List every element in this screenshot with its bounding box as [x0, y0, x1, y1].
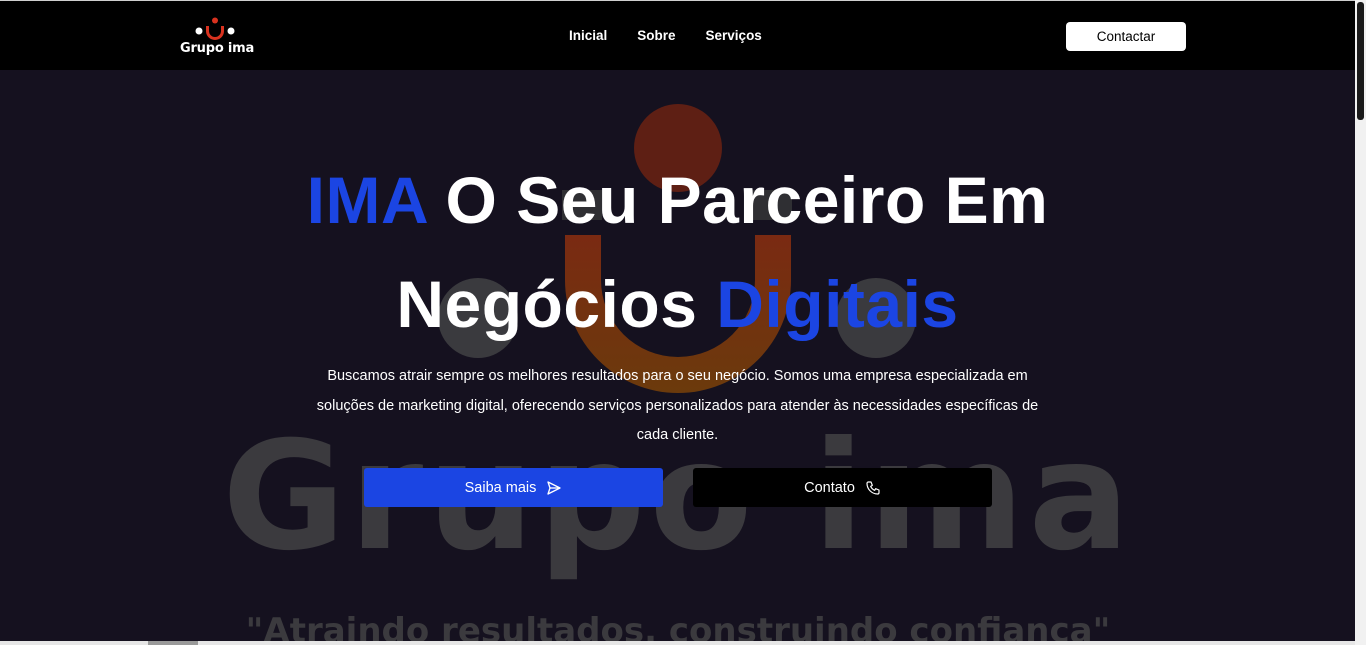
page: Grupo ima "Atraindo resultados, construi… [0, 0, 1366, 645]
phone-icon [866, 480, 880, 495]
hero-title-line1: O Seu Parceiro Em [426, 163, 1049, 237]
main-nav: Inicial Sobre Serviços [569, 28, 792, 43]
nav-link-inicial[interactable]: Inicial [569, 28, 607, 43]
logo-text: Grupo ima [180, 41, 255, 56]
hero-title-accent-ima: IMA [306, 163, 427, 237]
contactar-button[interactable]: Contactar [1066, 22, 1186, 51]
saiba-mais-button[interactable]: Saiba mais [364, 468, 663, 507]
send-icon [547, 480, 562, 495]
nav-link-servicos[interactable]: Serviços [706, 28, 762, 43]
horizontal-scrollbar[interactable] [0, 641, 1355, 645]
hero-title-line2: Negócios [396, 267, 717, 341]
hero-description: Buscamos atrair sempre os melhores resul… [316, 368, 1039, 443]
hero-title: IMA O Seu Parceiro Em Negócios Digitais [0, 148, 1355, 356]
hero-title-accent-digitais: Digitais [716, 267, 959, 341]
logo-mark-icon [195, 17, 235, 40]
contato-label: Contato [804, 479, 855, 496]
vertical-scroll-thumb[interactable] [1357, 2, 1364, 120]
logo[interactable]: Grupo ima [178, 15, 255, 59]
hero-section: Grupo ima "Atraindo resultados, construi… [0, 70, 1355, 645]
vertical-scrollbar[interactable] [1355, 0, 1366, 645]
nav-link-sobre[interactable]: Sobre [637, 28, 675, 43]
bg-slogan-text: "Atraindo resultados, construindo confia… [246, 611, 1111, 645]
navbar: Grupo ima Inicial Sobre Serviços Contact… [0, 0, 1355, 70]
contato-button[interactable]: Contato [693, 468, 992, 507]
saiba-mais-label: Saiba mais [464, 479, 537, 496]
horizontal-scroll-thumb[interactable] [148, 641, 198, 645]
